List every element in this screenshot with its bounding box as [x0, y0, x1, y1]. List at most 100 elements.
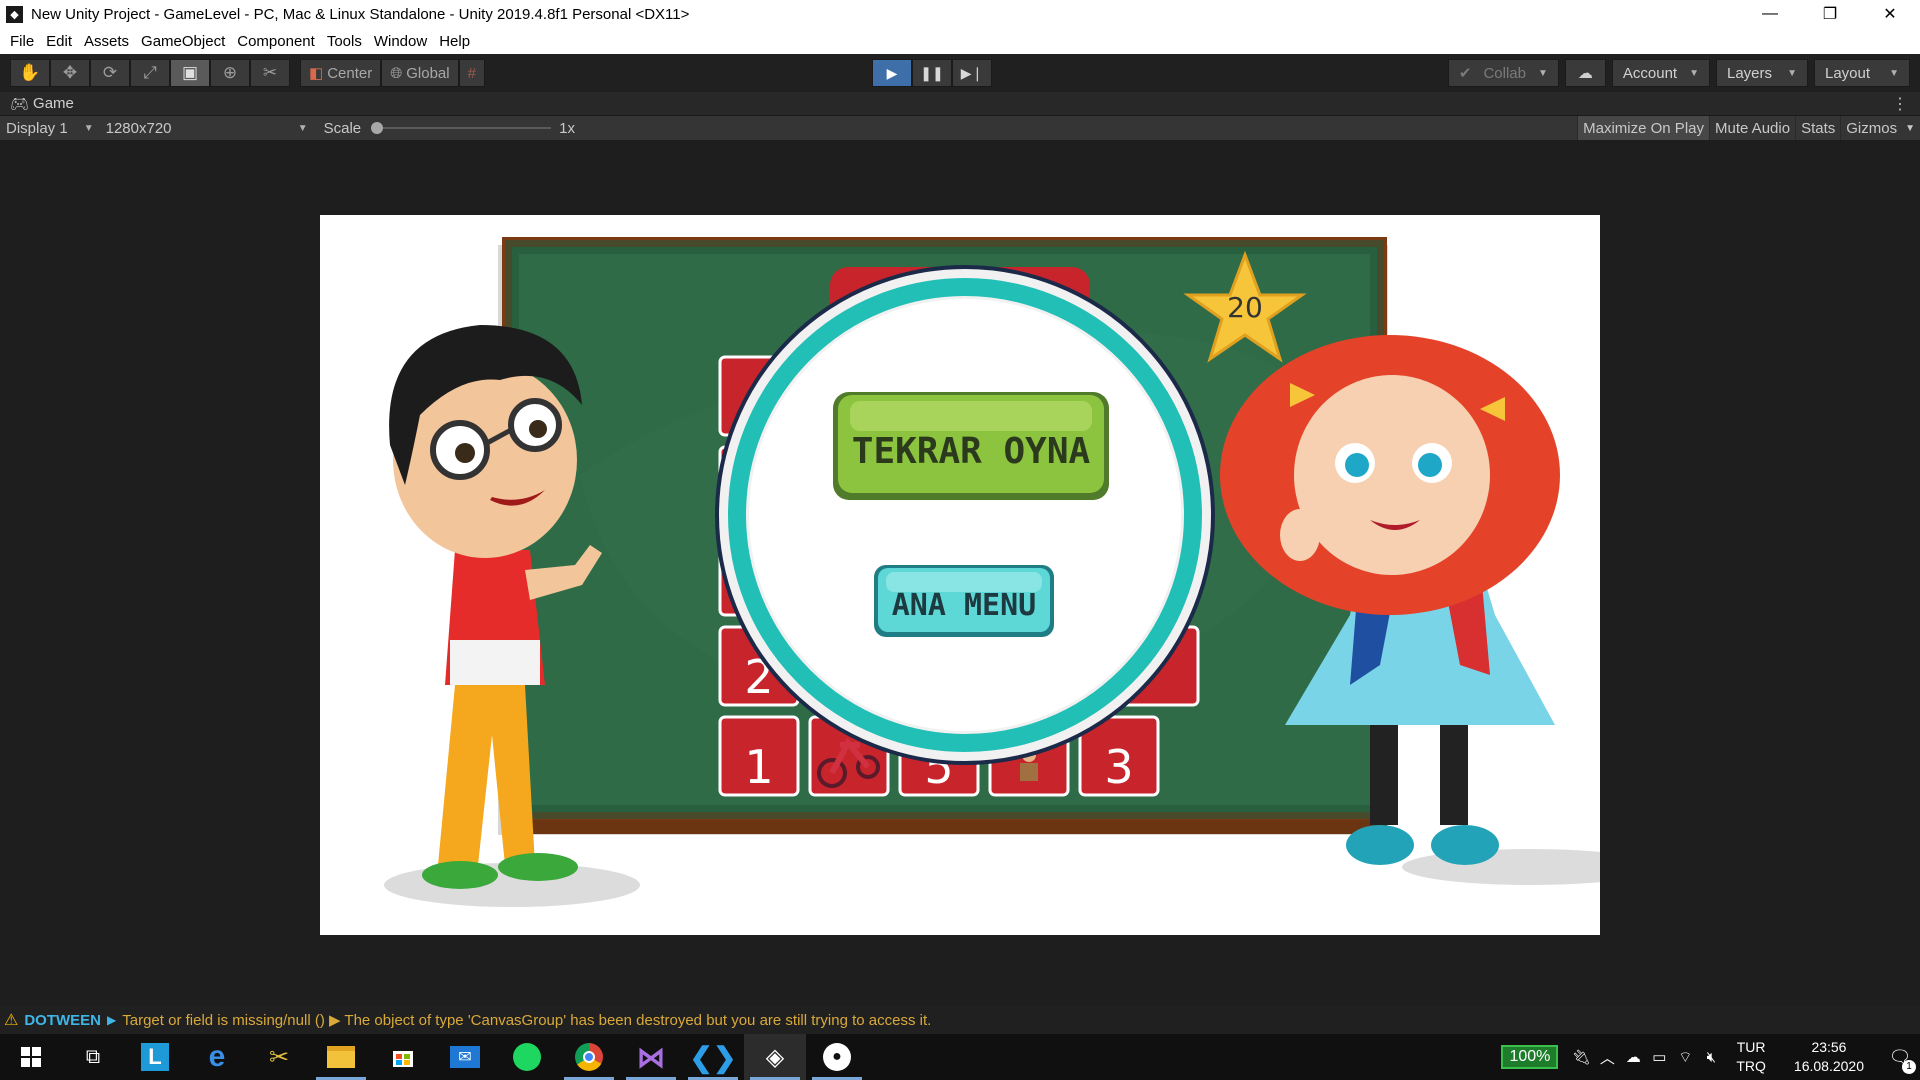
scale-label: Scale: [323, 119, 362, 137]
chevron-down-icon: ▼: [1905, 122, 1915, 134]
mute-audio-toggle[interactable]: Mute Audio: [1709, 116, 1795, 140]
restore-icon[interactable]: ❐: [1800, 0, 1860, 28]
clock[interactable]: 23:56 16.08.2020: [1794, 1038, 1864, 1076]
volume-muted-icon[interactable]: 🔇︎: [1698, 1049, 1724, 1066]
github-icon[interactable]: ●: [806, 1034, 868, 1080]
window-title: New Unity Project - GameLevel - PC, Mac …: [31, 5, 690, 23]
menu-file[interactable]: File: [4, 33, 40, 50]
move-tool-icon[interactable]: ✥: [50, 59, 90, 87]
replay-label: TEKRAR OYNA: [852, 431, 1091, 472]
store-icon[interactable]: [372, 1034, 434, 1080]
gamepad-icon: 🎮︎: [10, 95, 30, 113]
hand-tool-icon[interactable]: ✋: [10, 59, 50, 87]
play-controls: ▶ ❚❚ ▶❘: [872, 59, 992, 87]
game-view-options: Maximize On Play Mute Audio Stats Gizmos…: [1577, 116, 1920, 140]
chevron-up-icon[interactable]: ︿: [1594, 1047, 1620, 1068]
maximize-on-play-toggle[interactable]: Maximize On Play: [1577, 116, 1709, 140]
console-status-bar[interactable]: ⚠ DOTWEEN ▶ Target or field is missing/n…: [0, 1006, 1920, 1034]
minimize-icon[interactable]: —: [1740, 0, 1800, 28]
layout-dropdown[interactable]: Layout ▼: [1814, 59, 1910, 87]
pivot-center-button[interactable]: ◧ Center: [300, 59, 382, 87]
space-label: Global: [406, 64, 450, 82]
tab-game[interactable]: 🎮︎ Game: [0, 95, 74, 113]
unity-icon[interactable]: ◈: [744, 1034, 806, 1080]
layers-label: Layers: [1727, 64, 1773, 82]
display-select[interactable]: Display 1 ▼: [0, 120, 100, 137]
transform-tool-icon[interactable]: ⊕: [210, 59, 250, 87]
account-dropdown[interactable]: Account ▼: [1611, 59, 1710, 87]
board-ledge: [502, 820, 1387, 834]
onedrive-icon[interactable]: ☁: [1620, 1048, 1646, 1066]
toolbar: ✋ ✥ ⟳ ⤢ ▣ ⊕ ✂ ◧ Center 🌐︎ Global # ▶ ❚❚ ▶❘…: [0, 54, 1920, 92]
menu-help[interactable]: Help: [433, 33, 476, 50]
file-explorer-icon[interactable]: [310, 1034, 372, 1080]
scale-slider-track: [371, 127, 552, 129]
menu-assets[interactable]: Assets: [78, 33, 135, 50]
step-button[interactable]: ▶❘: [952, 59, 992, 87]
language-indicator[interactable]: TUR TRQ: [1736, 1038, 1766, 1076]
lightshot-icon[interactable]: L: [124, 1034, 186, 1080]
task-view-icon[interactable]: ⧉: [62, 1034, 124, 1080]
game-screen: 1 2 5 3 20 TEKRAR OYNA ANA MENU: [320, 215, 1600, 935]
card-number: 1: [744, 740, 773, 794]
collab-label: Collab: [1483, 64, 1526, 82]
vscode-icon[interactable]: ❮❯: [682, 1034, 744, 1080]
chrome-icon[interactable]: [558, 1034, 620, 1080]
unity-logo-icon: ◆: [6, 5, 23, 23]
globe-icon: 🌐︎: [390, 64, 403, 82]
edge-icon[interactable]: e: [186, 1034, 248, 1080]
battery-indicator[interactable]: 100%: [1501, 1045, 1559, 1069]
pivot-tools: ◧ Center 🌐︎ Global #: [300, 59, 485, 87]
menu-gameobject[interactable]: GameObject: [135, 33, 231, 50]
menu-edit[interactable]: Edit: [40, 33, 78, 50]
notification-center-icon[interactable]: 🗨︎ 1: [1880, 1047, 1920, 1074]
battery-icon[interactable]: ▭: [1646, 1048, 1672, 1066]
windows-taskbar: ⧉ L e ✂ ✉ ⋈ ❮❯ ◈ ● 100% 🔌︎ ︿ ☁ ▭ ⌔ 🔇︎ TU…: [0, 1034, 1920, 1080]
cloud-icon[interactable]: ☁: [1564, 59, 1606, 87]
clock-time: 23:56: [1811, 1039, 1847, 1055]
display-label: Display 1: [6, 119, 68, 137]
game-tab-bar: 🎮︎ Game ⋮: [0, 92, 1920, 116]
visual-studio-icon[interactable]: ⋈: [620, 1034, 682, 1080]
resolution-label: 1280x720: [105, 119, 172, 137]
stats-toggle[interactable]: Stats: [1795, 116, 1840, 140]
menu-component[interactable]: Component: [231, 33, 321, 50]
rect-tool-icon[interactable]: ▣: [170, 59, 210, 87]
power-plug-icon[interactable]: 🔌︎: [1568, 1048, 1594, 1066]
menu-window[interactable]: Window: [368, 33, 433, 50]
menu-tools[interactable]: Tools: [321, 33, 368, 50]
pivot-space-button[interactable]: 🌐︎ Global: [381, 59, 459, 87]
chevron-down-icon: ▼: [1537, 67, 1548, 79]
pause-button[interactable]: ❚❚: [912, 59, 952, 87]
snipping-tool-icon[interactable]: ✂: [248, 1034, 310, 1080]
grid-snap-icon[interactable]: #: [458, 59, 485, 87]
kebab-menu-icon[interactable]: ⋮: [1892, 94, 1908, 114]
chevron-down-icon: ▼: [297, 122, 308, 134]
game-view: 1 2 5 3 20 TEKRAR OYNA ANA MENU: [0, 140, 1920, 1006]
console-tag: DOTWEEN: [24, 1011, 102, 1029]
score-value: 20: [1227, 291, 1263, 324]
collab-button[interactable]: ✔ Collab ▼: [1447, 59, 1559, 87]
gizmos-dropdown[interactable]: Gizmos ▼: [1840, 116, 1920, 140]
language-code: TUR: [1736, 1039, 1766, 1055]
mail-icon[interactable]: ✉: [434, 1034, 496, 1080]
scale-slider[interactable]: [371, 116, 552, 140]
custom-tool-icon[interactable]: ✂: [250, 59, 290, 87]
transform-tools: ✋ ✥ ⟳ ⤢ ▣ ⊕ ✂: [10, 59, 290, 87]
scale-slider-thumb[interactable]: [371, 122, 384, 134]
arrow-right-icon: ▶: [107, 1013, 117, 1027]
play-button[interactable]: ▶: [872, 59, 912, 87]
rotate-tool-icon[interactable]: ⟳: [90, 59, 130, 87]
layers-dropdown[interactable]: Layers ▼: [1716, 59, 1808, 87]
close-icon[interactable]: ✕: [1860, 0, 1920, 28]
scale-tool-icon[interactable]: ⤢: [130, 59, 170, 87]
resolution-select[interactable]: 1280x720 ▼: [100, 120, 314, 137]
pivot-icon: ◧: [309, 65, 324, 82]
popup-face: [749, 299, 1181, 731]
wifi-icon[interactable]: ⌔: [1672, 1048, 1698, 1067]
spotify-icon[interactable]: [496, 1034, 558, 1080]
chevron-down-icon: ▼: [83, 122, 94, 134]
windows-start-icon[interactable]: [0, 1034, 62, 1080]
tab-game-label: Game: [33, 95, 74, 112]
card-number: 3: [1104, 740, 1133, 794]
